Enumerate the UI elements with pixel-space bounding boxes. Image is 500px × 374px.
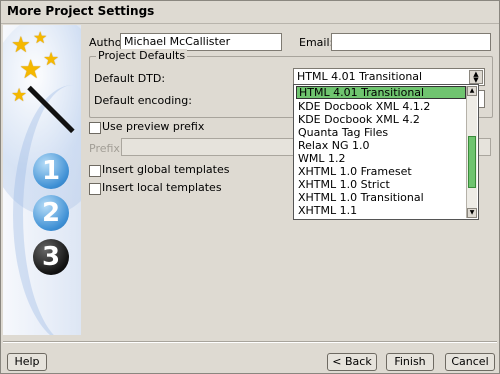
email-label: Email:: [299, 36, 334, 49]
dtd-option-selected[interactable]: HTML 4.01 Transitional: [296, 86, 466, 99]
dtd-option[interactable]: XHTML 1.1: [296, 204, 468, 217]
default-dtd-value: HTML 4.01 Transitional: [297, 70, 423, 83]
scroll-down-icon[interactable]: ▼: [467, 208, 477, 218]
title-bar: More Project Settings: [1, 1, 499, 24]
cancel-button[interactable]: Cancel: [445, 353, 495, 371]
star-icon: ★: [43, 49, 60, 70]
dtd-option[interactable]: Relax NG 1.0: [296, 139, 468, 152]
default-encoding-label: Default encoding:: [94, 94, 192, 107]
dtd-option[interactable]: WML 1.2: [296, 152, 468, 165]
dtd-option[interactable]: XHTML 1.0 Strict: [296, 178, 468, 191]
scrollbar-thumb[interactable]: [468, 136, 476, 188]
wizard-side-banner: ★ ★ ★ ★ ★ 1 2 3: [3, 25, 81, 335]
default-dtd-label: Default DTD:: [94, 72, 166, 85]
dtd-option[interactable]: KDE Docbook XML 4.1.2: [296, 100, 468, 113]
dtd-dropdown-list[interactable]: HTML 4.01 Transitional KDE Docbook XML 4…: [293, 84, 479, 220]
step-1-icon: 1: [33, 153, 69, 189]
insert-local-templates-checkbox[interactable]: [89, 183, 101, 195]
dtd-option[interactable]: XHTML 1.0 Transitional: [296, 191, 468, 204]
prefix-label: Prefix:: [89, 142, 124, 155]
step-2-icon: 2: [33, 195, 69, 231]
project-defaults-legend: Project Defaults: [96, 49, 188, 62]
dropdown-scrollbar[interactable]: ▲ ▼: [466, 86, 477, 218]
dtd-option[interactable]: Quanta Tag Files: [296, 126, 468, 139]
help-button[interactable]: Help: [7, 353, 47, 371]
star-icon: ★: [11, 33, 31, 58]
dialog-window: More Project Settings ★ ★ ★ ★ ★ 1 2 3 Au…: [0, 0, 500, 374]
help-button-label: Help: [14, 355, 40, 368]
scroll-up-icon[interactable]: ▲: [467, 86, 477, 96]
step-3-icon: 3: [33, 239, 69, 275]
finish-button-label: Finish: [394, 355, 426, 368]
dtd-option[interactable]: KDE Docbook XML 4.2: [296, 113, 468, 126]
window-title: More Project Settings: [7, 4, 155, 18]
cancel-button-label: Cancel: [451, 355, 489, 368]
use-preview-prefix-checkbox[interactable]: [89, 122, 101, 134]
finish-button[interactable]: Finish: [386, 353, 434, 371]
button-separator: [3, 341, 497, 343]
back-button-label: < Back: [332, 355, 372, 368]
insert-global-templates-checkbox[interactable]: [89, 165, 101, 177]
use-preview-prefix-label: Use preview prefix: [102, 120, 205, 133]
insert-local-templates-label: Insert local templates: [102, 181, 222, 194]
dtd-option[interactable]: XHTML 1.0 Frameset: [296, 165, 468, 178]
back-button[interactable]: < Back: [327, 353, 377, 371]
insert-global-templates-label: Insert global templates: [102, 163, 230, 176]
dropdown-arrows-icon[interactable]: ▲ ▼: [469, 70, 483, 84]
star-icon: ★: [33, 28, 48, 47]
email-field[interactable]: [331, 33, 491, 51]
star-icon: ★: [19, 55, 43, 85]
star-icon: ★: [11, 85, 28, 106]
